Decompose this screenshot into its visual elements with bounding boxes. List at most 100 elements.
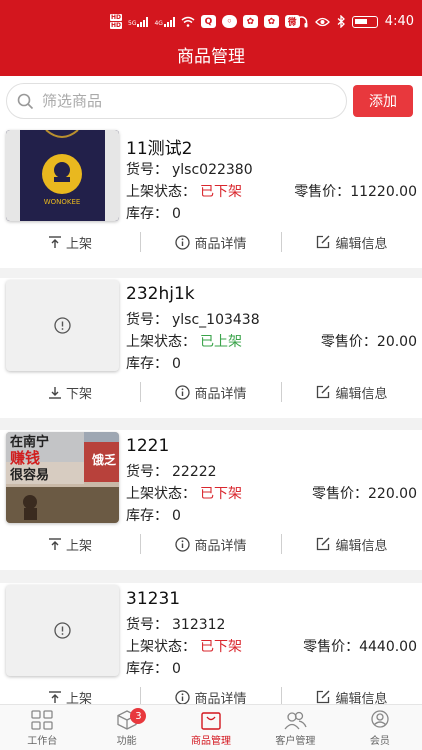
stock-row: 库存： 0 [126,508,181,524]
product-image-placeholder[interactable] [6,280,119,371]
edit-icon [317,537,330,551]
hd-badges: HD HD [110,14,123,29]
sku-value: 22222 [172,464,217,480]
product-image[interactable]: 在南宁 赚钱 很容易 饿乏 [6,432,119,523]
hd-badge: HD [110,14,123,21]
list-on-button[interactable]: 上架 [0,688,140,704]
tab-member[interactable]: 会员 [338,705,422,750]
status-bar: HD HD 5G 4G Q ◦ ✿ ✿ 微 4:40 [0,0,422,44]
status-badge: 已下架 [200,486,242,502]
price-row: 零售价：220.00 [312,486,417,502]
product-name: 1221 [126,436,170,456]
product-card[interactable]: 在南宁 赚钱 很容易 饿乏 1221 货号： 22222 上架状态： 已下架 零售价… [0,430,422,570]
upload-icon [48,235,61,248]
product-image[interactable]: WONOKEE [6,130,119,221]
status-icons-left: HD HD 5G 4G Q ◦ ✿ ✿ 微 [110,14,300,29]
wifi-icon [181,16,195,27]
sku-value: ylsc022380 [172,162,253,178]
card-actions: 上架 商品详情 编辑信息 [0,231,422,253]
detail-button[interactable]: 商品详情 [141,383,281,402]
status-badge: 已下架 [200,639,242,655]
search-icon [17,93,34,109]
product-name: 232hj1k [126,284,195,304]
stock-row: 库存： 0 [126,206,181,222]
status-badge: 已上架 [200,334,242,350]
detail-button[interactable]: 商品详情 [141,233,281,252]
info-icon [175,384,191,400]
status-icons-right: 4:40 [295,14,414,29]
bag-logo-text: WONOKEE [44,198,81,206]
upload-icon [48,690,61,703]
product-name: 31231 [126,589,181,609]
edit-button[interactable]: 编辑信息 [282,383,422,402]
hd-badge: HD [110,22,123,29]
bottom-tab-bar: 工作台 3 功能 商品管理 客户管理 会员 [0,704,422,750]
card-actions: 上架 商品详情 编辑信息 [0,686,422,704]
edit-button[interactable]: 编辑信息 [282,688,422,704]
notification-badge: 3 [130,708,147,724]
poster-text: 很容易 [10,467,49,483]
stock-row: 库存： 0 [126,356,181,372]
list-on-button[interactable]: 上架 [0,233,140,252]
edit-button[interactable]: 编辑信息 [282,535,422,554]
price-value: 20.00 [376,334,417,350]
users-icon [284,711,308,730]
bag-icon [201,712,221,730]
image-missing-icon [54,622,71,639]
product-image-placeholder[interactable] [6,585,119,676]
stock-value: 0 [172,206,181,222]
signal-icon [137,16,149,27]
edit-icon [317,385,330,399]
status-badge: 已下架 [200,184,242,200]
price-value: 220.00 [368,486,417,502]
grid-icon [31,710,53,730]
card-actions: 上架 商品详情 编辑信息 [0,533,422,555]
page-title: 商品管理 [177,47,245,67]
status-row: 上架状态： 已下架 [126,486,242,502]
detail-button[interactable]: 商品详情 [141,688,281,704]
list-on-button[interactable]: 上架 [0,535,140,554]
edit-icon [317,690,330,704]
price-row: 零售价：20.00 [320,334,417,350]
signal-5g: 5G [128,16,149,27]
tab-functions[interactable]: 3 功能 [84,705,168,750]
price-value: 11220.00 [350,184,417,200]
wechat-icon: ◦ [221,15,237,28]
search-box[interactable] [6,83,347,119]
search-input[interactable] [42,92,322,110]
image-missing-icon [54,317,71,334]
tab-product-management[interactable]: 商品管理 [169,705,253,750]
tab-workbench[interactable]: 工作台 [0,705,84,750]
edit-button[interactable]: 编辑信息 [282,233,422,252]
status-row: 上架状态： 已下架 [126,184,242,200]
product-card[interactable]: 232hj1k 货号： ylsc_103438 上架状态： 已上架 零售价：20.0… [0,278,422,418]
product-card[interactable]: 31231 货号： 312312 上架状态： 已下架 零售价：4440.00 库存：… [0,583,422,704]
sku-value: 312312 [172,617,226,633]
poster-text: 在南宁 [10,434,49,450]
battery-icon [351,15,378,28]
detail-button[interactable]: 商品详情 [141,535,281,554]
download-icon [48,386,61,399]
poster-text: 饿乏 [91,452,116,467]
product-card[interactable]: WONOKEE 11测试2 货号： ylsc022380 上架状态： 已下架 零售价… [0,128,422,268]
headphone-icon [295,15,308,27]
stock-row: 库存： 0 [126,661,181,677]
signal-4g: 4G [154,16,175,27]
baidu-icon: ✿ [263,15,279,28]
info-icon [175,689,191,704]
stock-value: 0 [172,508,181,524]
poster-text: 赚钱 [9,449,40,467]
price-row: 零售价：4440.00 [303,639,417,655]
product-list[interactable]: WONOKEE 11测试2 货号： ylsc022380 上架状态： 已下架 零售价… [0,128,422,704]
search-bar: 添加 [0,76,422,128]
edit-icon [317,235,330,249]
status-row: 上架状态： 已上架 [126,334,242,350]
tab-customer-management[interactable]: 客户管理 [253,705,337,750]
eye-icon [314,17,330,26]
list-off-button[interactable]: 下架 [0,383,140,402]
add-button[interactable]: 添加 [353,85,413,117]
member-icon [371,710,389,728]
upload-icon [48,537,61,550]
sku-value: ylsc_103438 [172,312,260,328]
sku-row: 货号： ylsc022380 [126,162,253,178]
